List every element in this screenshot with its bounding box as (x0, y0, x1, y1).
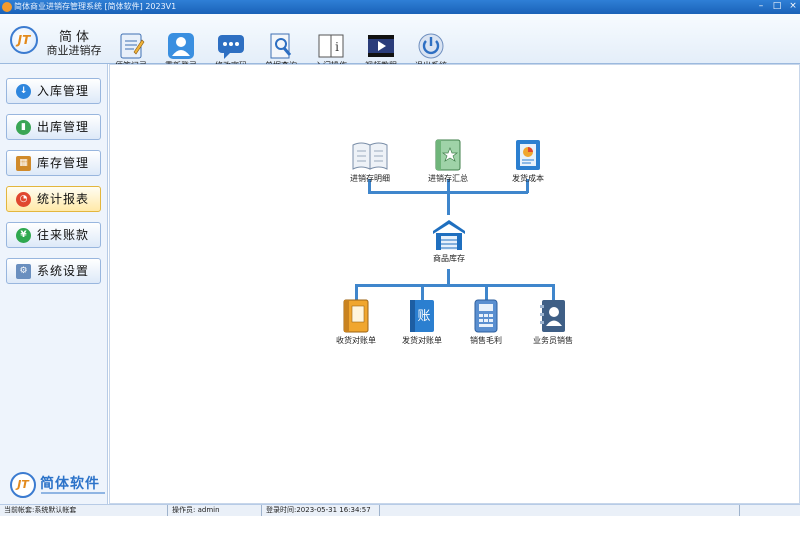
notepad-icon (120, 33, 145, 59)
flow-node-sales-detail[interactable]: 进销存明细 (332, 141, 408, 184)
flow-node-label: 商品库存 (433, 254, 465, 263)
sidebar-item-label: 往来账款 (37, 228, 90, 242)
sidebar-item-reports[interactable]: ◔ 统计报表 (6, 186, 101, 212)
connector-bottom-bar (355, 284, 555, 287)
boxes-icon: ▦ (16, 156, 31, 171)
flow-node-salesperson-sales[interactable]: 业务员销售 (515, 299, 591, 346)
connector (447, 193, 450, 215)
account-book-icon: 账 (410, 300, 434, 332)
workflow-panel: 进销存明细 进销存汇总 发货成本 商品库存 收货对账单 账 发货对账单 销售毛利… (109, 64, 800, 504)
sidebar-item-label: 出库管理 (37, 120, 90, 134)
flow-node-stock[interactable]: 商品库存 (411, 219, 487, 264)
sidebar-item-label: 系统设置 (37, 264, 90, 278)
flow-node-shipping-cost[interactable]: 发货成本 (490, 139, 566, 184)
open-book-icon (352, 142, 388, 170)
sidebar-item-label: 库存管理 (37, 156, 90, 170)
flow-node-label: 业务员销售 (533, 336, 573, 345)
app-icon (2, 2, 12, 12)
info-book-icon: i (318, 34, 344, 58)
chat-bubble-icon (218, 35, 244, 59)
warehouse-icon (433, 220, 465, 250)
status-bar: 当前帐套:系统默认帐套 操作员: admin 登录时间:2023-05-31 1… (0, 504, 800, 517)
flow-node-label: 销售毛利 (470, 336, 502, 345)
connector (552, 284, 555, 300)
brand-mark-icon: JT (10, 472, 36, 498)
flow-node-receipt-statement[interactable]: 收货对账单 (318, 299, 394, 346)
svg-text:账: 账 (417, 309, 430, 324)
search-document-icon (270, 33, 292, 59)
logo-icon: JT (10, 26, 38, 54)
user-avatar-icon (168, 33, 194, 59)
power-icon (418, 33, 444, 59)
sidebar-item-outbound[interactable]: ▮ 出库管理 (6, 114, 101, 140)
window-bottom (0, 516, 800, 542)
top-bar: JT 简体 商业进销存 便签记录 重新登录 修改密码 单据查询 (0, 14, 800, 70)
sidebar: ↓ 入库管理 ▮ 出库管理 ▦ 库存管理 ◔ 统计报表 ¥ 往来账款 ⚙ 系统设… (0, 64, 108, 504)
yen-coin-icon: ¥ (16, 228, 31, 243)
video-play-icon (368, 35, 394, 57)
close-icon[interactable]: × (786, 1, 800, 12)
sidebar-item-label: 统计报表 (37, 192, 90, 206)
brand-underline (41, 492, 105, 494)
pie-chart-icon: ◔ (16, 192, 31, 207)
sidebar-item-settings[interactable]: ⚙ 系统设置 (6, 258, 101, 284)
connector (485, 284, 488, 300)
ledger-icon (343, 299, 369, 333)
pie-report-icon (516, 140, 540, 170)
calculator-icon (474, 299, 498, 333)
contact-book-icon (540, 300, 565, 332)
connector (447, 269, 450, 285)
sidebar-item-inventory[interactable]: ▦ 库存管理 (6, 150, 101, 176)
brand-name: 简体软件 (40, 476, 100, 492)
maximize-icon[interactable]: □ (770, 1, 784, 12)
star-book-icon (435, 139, 461, 171)
brand-logo: JT 简体软件 (10, 470, 106, 500)
gear-icon: ⚙ (16, 264, 31, 279)
download-arrow-icon: ↓ (16, 84, 31, 99)
flow-node-sales-summary[interactable]: 进销存汇总 (410, 139, 486, 184)
svg-text:i: i (335, 40, 339, 54)
sidebar-item-label: 入库管理 (37, 84, 90, 98)
flow-node-label: 进销存汇总 (428, 174, 468, 183)
title-bar: 简体商业进销存管理系统 [简体软件] 2023V1 – □ × (0, 0, 800, 14)
flow-node-gross-profit[interactable]: 销售毛利 (448, 299, 524, 346)
flow-node-label: 收货对账单 (336, 336, 376, 345)
connector (421, 284, 424, 300)
flow-node-label: 发货成本 (512, 174, 544, 183)
sidebar-item-accounts[interactable]: ¥ 往来账款 (6, 222, 101, 248)
logo-subtitle: 商业进销存 (46, 44, 102, 57)
minimize-icon[interactable]: – (754, 1, 768, 12)
flow-node-label: 进销存明细 (350, 174, 390, 183)
sidebar-item-inbound[interactable]: ↓ 入库管理 (6, 78, 101, 104)
connector (355, 284, 358, 300)
window-title: 简体商业进销存管理系统 [简体软件] 2023V1 (14, 2, 177, 11)
bar-chart-icon: ▮ (16, 120, 31, 135)
